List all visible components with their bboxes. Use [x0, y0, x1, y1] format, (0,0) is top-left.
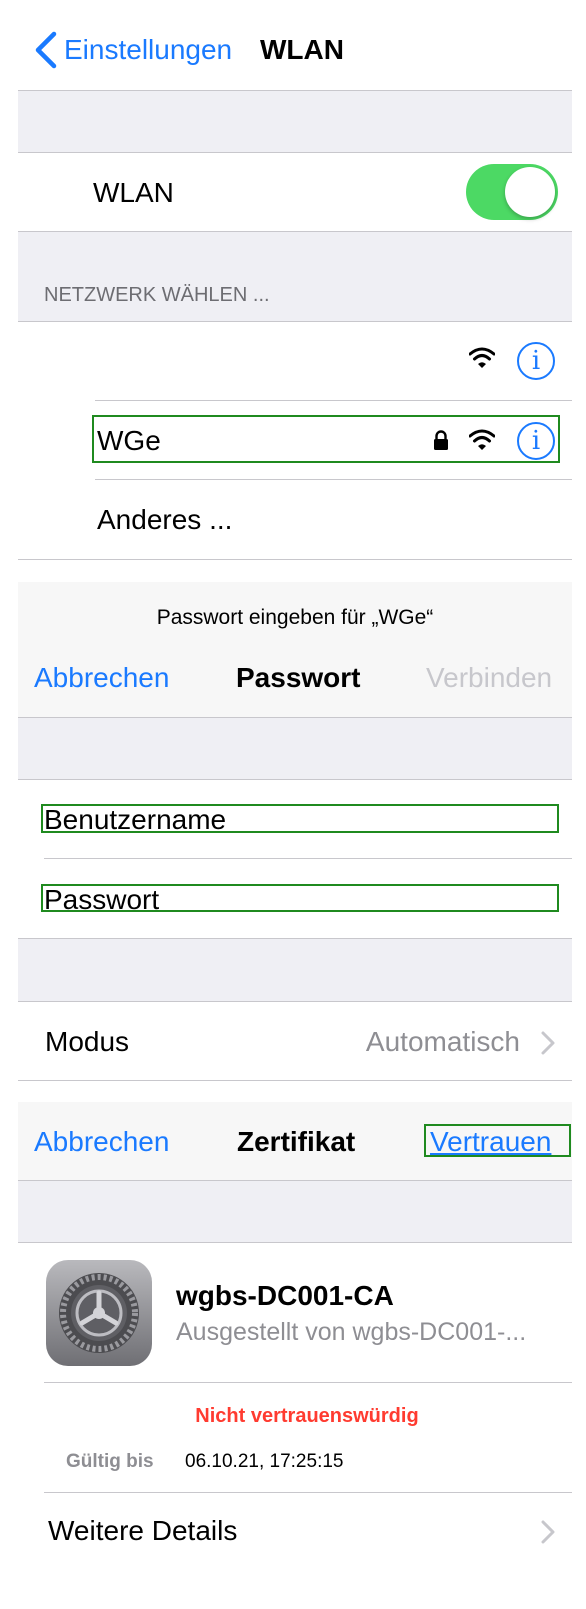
other-network-row[interactable]: Anderes ...	[97, 504, 232, 536]
valid-until-value: 06.10.21, 17:25:15	[185, 1451, 344, 1472]
section-header-label: NETZWERK WÄHLEN ...	[44, 284, 270, 306]
connect-button[interactable]: Verbinden	[426, 662, 552, 694]
chevron-left-icon	[32, 30, 62, 70]
back-button[interactable]: Einstellungen	[32, 30, 232, 70]
mode-value: Automatisch	[365, 1026, 520, 1057]
certificate-name: wgbs-DC001-CA	[176, 1280, 394, 1311]
wlan-label: WLAN	[93, 177, 174, 208]
valid-until-label: Gültig bis	[66, 1451, 154, 1472]
cancel-button[interactable]: Abbrechen	[34, 1126, 169, 1158]
more-details-label: Weitere Details	[48, 1515, 238, 1546]
chevron-right-icon	[540, 1519, 556, 1550]
highlight-box	[41, 804, 559, 833]
mode-label: Modus	[45, 1026, 130, 1057]
certificate-issuer: Ausgestellt von wgbs-DC001-...	[176, 1318, 527, 1346]
sheet-title: Zertifikat	[237, 1126, 356, 1157]
password-sheet-header: Passwort eingeben für „WGe“ Abbrechen Pa…	[18, 582, 572, 718]
nav-bar: Einstellungen WLAN	[18, 0, 572, 90]
page-title: WLAN	[260, 34, 344, 65]
highlight-box	[424, 1124, 571, 1157]
network-row[interactable]: i	[95, 322, 572, 400]
trust-warning: Nicht vertrauenswürdig	[195, 1405, 419, 1427]
highlight-box	[92, 415, 560, 463]
wlan-toggle[interactable]	[466, 164, 558, 220]
more-details-row[interactable]: Weitere Details	[44, 1493, 572, 1569]
mode-row[interactable]: Modus Automatisch	[18, 1002, 572, 1080]
networks-section-header: NETZWERK WÄHLEN ...	[18, 232, 572, 321]
info-icon[interactable]: i	[517, 342, 555, 380]
highlight-box	[41, 884, 559, 912]
sheet-title: Passwort	[236, 662, 361, 693]
wifi-icon	[468, 346, 496, 375]
password-prompt: Passwort eingeben für „WGe“	[156, 606, 434, 629]
settings-gear-icon	[46, 1260, 152, 1366]
cancel-button[interactable]: Abbrechen	[34, 662, 169, 694]
back-label: Einstellungen	[64, 34, 233, 65]
chevron-right-icon	[540, 1030, 556, 1061]
